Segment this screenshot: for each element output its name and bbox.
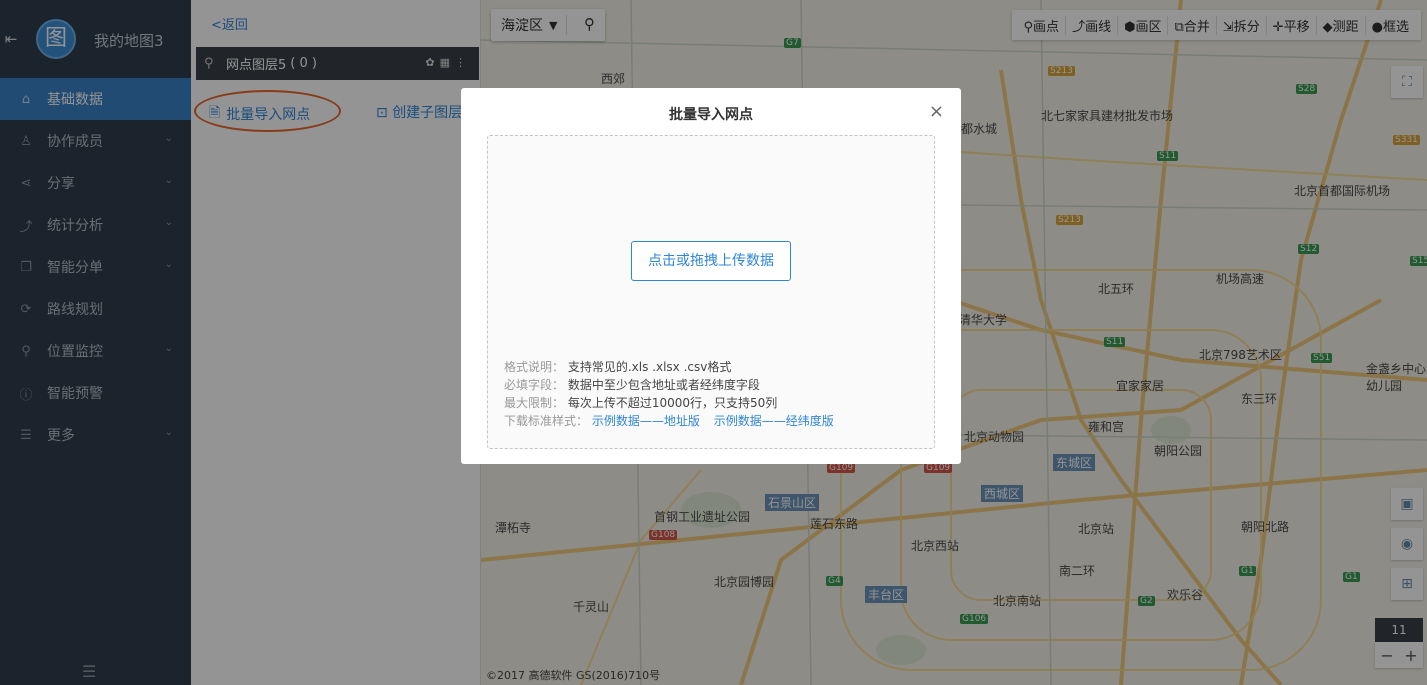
limit-row: 最大限制： 每次上传不超过10000行，只支持50列 <box>504 394 844 412</box>
upload-instructions: 格式说明： 支持常见的.xls .xlsx .csv格式 必填字段： 数据中至少… <box>504 358 844 430</box>
required-row: 必填字段： 数据中至少包含地址或者经纬度字段 <box>504 376 844 394</box>
upload-dropzone[interactable]: 点击或拖拽上传数据 格式说明： 支持常见的.xls .xlsx .csv格式 必… <box>487 135 935 449</box>
limit-value: 每次上传不超过10000行，只支持50列 <box>567 396 778 410</box>
limit-key: 最大限制： <box>504 396 565 410</box>
sample-latlng-link[interactable]: 示例数据——经纬度版 <box>714 414 834 428</box>
format-key: 格式说明： <box>504 360 565 374</box>
batch-import-dialog: 批量导入网点 × 点击或拖拽上传数据 格式说明： 支持常见的.xls .xlsx… <box>461 88 961 464</box>
required-key: 必填字段： <box>504 378 565 392</box>
dialog-title: 批量导入网点 <box>669 107 753 123</box>
format-row: 格式说明： 支持常见的.xls .xlsx .csv格式 <box>504 358 844 376</box>
sample-address-link[interactable]: 示例数据——地址版 <box>592 414 700 428</box>
upload-button[interactable]: 点击或拖拽上传数据 <box>631 241 791 281</box>
format-value: 支持常见的.xls .xlsx .csv格式 <box>567 360 732 374</box>
download-row: 下载标准样式： 示例数据——地址版 示例数据——经纬度版 <box>504 412 844 430</box>
download-key: 下载标准样式： <box>504 414 589 428</box>
required-value: 数据中至少包含地址或者经纬度字段 <box>567 378 760 392</box>
close-icon[interactable]: × <box>929 101 944 122</box>
